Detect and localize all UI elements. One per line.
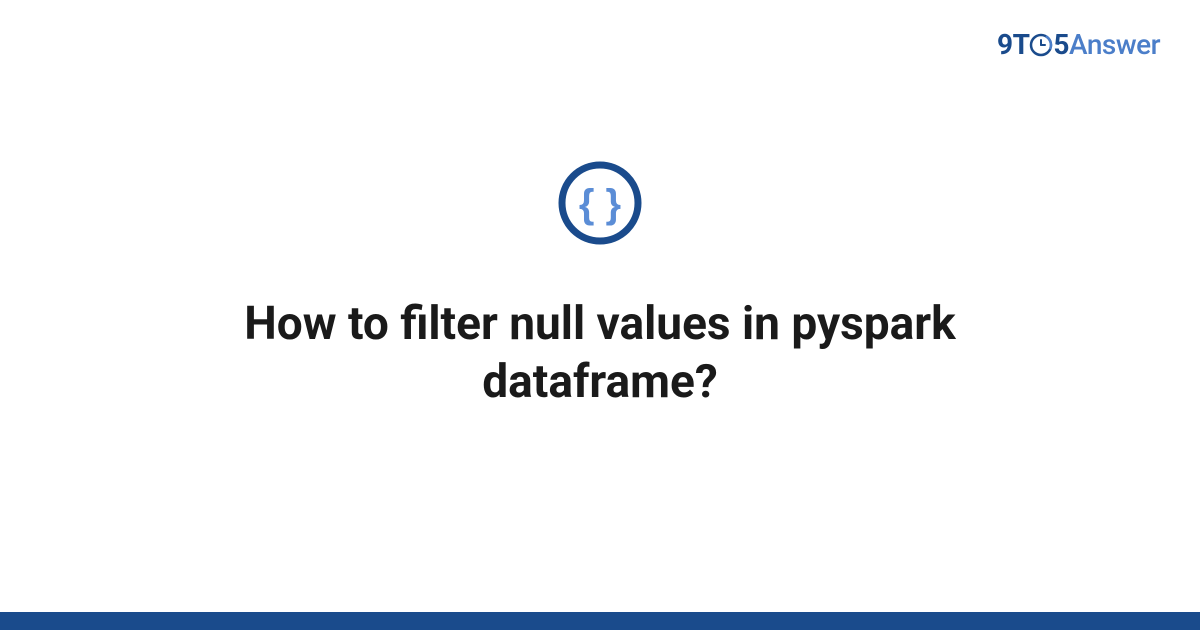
code-braces-icon: { } <box>556 159 644 251</box>
main-content: { } How to filter null values in pyspark… <box>0 0 1200 630</box>
footer-accent-bar <box>0 612 1200 630</box>
question-title: How to filter null values in pyspark dat… <box>100 296 1100 411</box>
svg-text:{ }: { } <box>579 182 621 226</box>
